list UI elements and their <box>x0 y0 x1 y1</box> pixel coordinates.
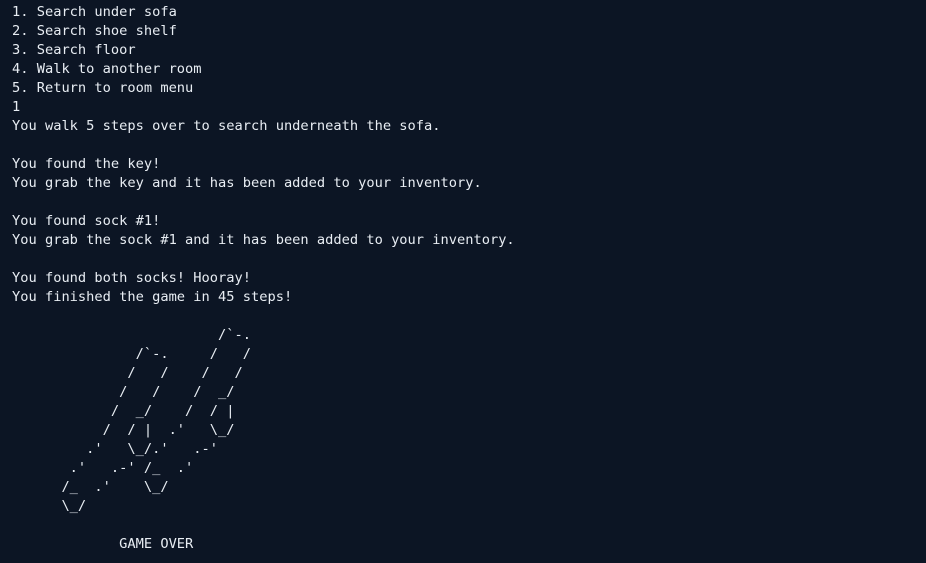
output-line-found-key: You found the key! <box>12 156 161 172</box>
user-input-line: 1 <box>12 99 21 115</box>
menu-option-3: 3. Search floor <box>12 42 136 58</box>
output-line-grab-sock: You grab the sock #1 and it has been add… <box>12 232 515 248</box>
output-line-walk: You walk 5 steps over to search undernea… <box>12 118 441 134</box>
menu-option-5: 5. Return to room menu <box>12 80 194 96</box>
output-line-found-sock: You found sock #1! <box>12 213 161 229</box>
output-line-both-socks: You found both socks! Hooray! <box>12 270 251 286</box>
output-line-finished: You finished the game in 45 steps! <box>12 289 293 305</box>
terminal-output: 1. Search under sofa 2. Search shoe shel… <box>12 3 918 554</box>
menu-option-2: 2. Search shoe shelf <box>12 23 177 39</box>
menu-option-4: 4. Walk to another room <box>12 61 202 77</box>
menu-option-1: 1. Search under sofa <box>12 4 177 20</box>
ascii-art-socks-game-over: /`-. /`-. / / / / / / / / / _/ / _/ / / … <box>61 327 251 552</box>
output-line-grab-key: You grab the key and it has been added t… <box>12 175 482 191</box>
